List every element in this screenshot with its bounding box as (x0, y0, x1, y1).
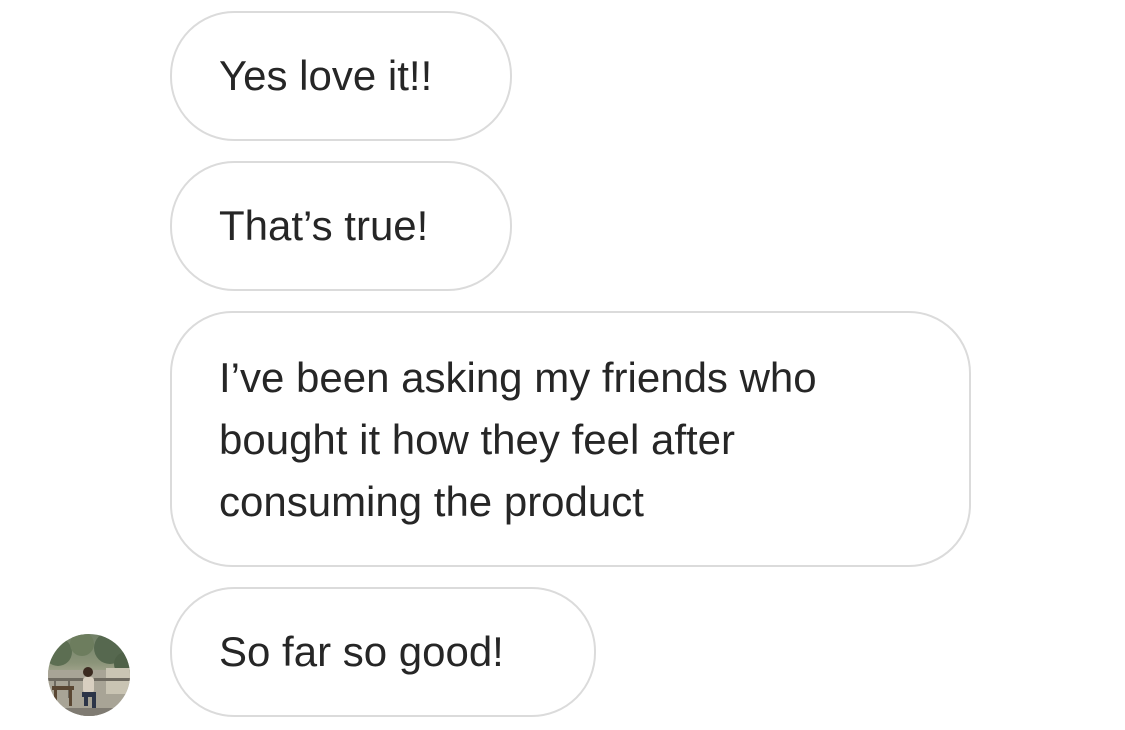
avatar[interactable] (48, 634, 130, 716)
message-text: Yes love it!! (219, 52, 433, 99)
message-bubble[interactable]: That’s true! (170, 161, 512, 291)
message-bubble[interactable]: So far so good! (170, 587, 596, 717)
message-text: So far so good! (219, 628, 504, 675)
message-text: I’ve been asking my friends who bought i… (219, 354, 817, 525)
message-bubble[interactable]: I’ve been asking my friends who bought i… (170, 311, 971, 567)
message-bubble[interactable]: Yes love it!! (170, 11, 512, 141)
message-text: That’s true! (219, 202, 429, 249)
profile-photo-icon (48, 634, 130, 716)
message-thread: Yes love it!! That’s true! I’ve been ask… (0, 0, 1125, 730)
